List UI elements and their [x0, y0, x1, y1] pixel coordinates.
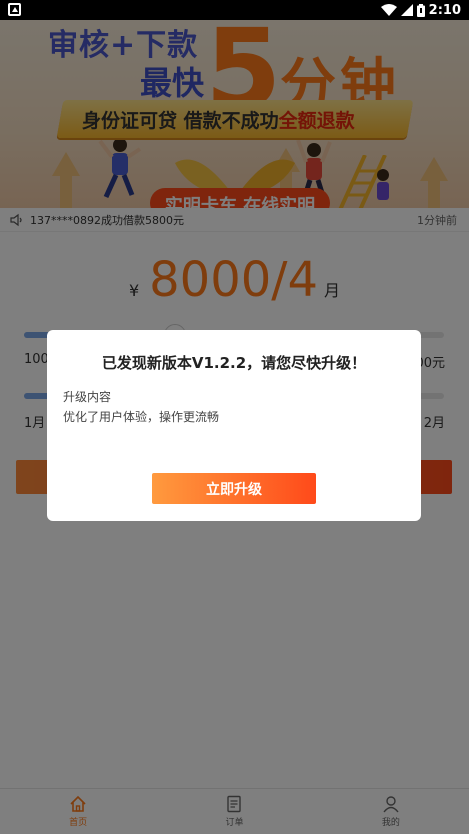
- status-bar: 2:10: [0, 0, 469, 20]
- android-notification-icon: [8, 3, 21, 16]
- signal-icon: [400, 4, 413, 16]
- dialog-title: 已发现新版本V1.2.2，请您尽快升级！: [101, 354, 367, 372]
- status-time: 2:10: [428, 2, 461, 18]
- dialog-subtitle: 升级内容: [63, 390, 112, 404]
- battery-icon: [416, 3, 425, 17]
- status-bar-right: 2:10: [380, 0, 461, 20]
- wifi-icon: [380, 4, 397, 16]
- dialog-description: 优化了用户体验，操作更流畅: [63, 410, 220, 424]
- update-dialog: 已发现新版本V1.2.2，请您尽快升级！ 升级内容 优化了用户体验，操作更流畅 …: [47, 330, 421, 521]
- upgrade-now-button[interactable]: 立即升级: [152, 473, 316, 504]
